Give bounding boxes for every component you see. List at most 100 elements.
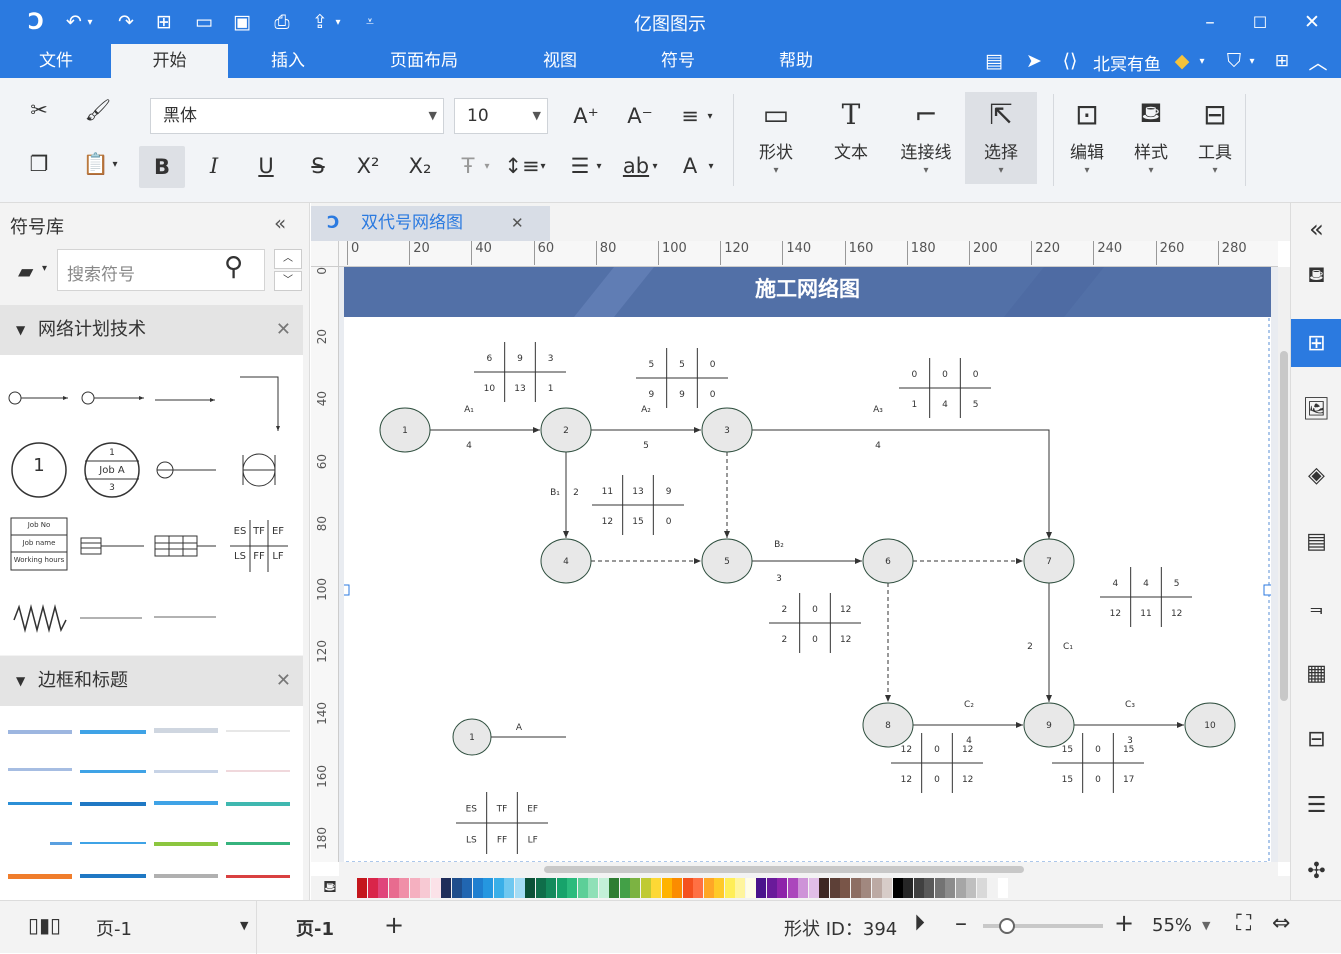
title-bar-thumbnail[interactable] bbox=[8, 801, 290, 806]
symbol-arrow-line[interactable] bbox=[155, 398, 215, 402]
color-swatch[interactable] bbox=[472, 878, 483, 898]
color-swatch[interactable] bbox=[892, 878, 903, 898]
close-icon[interactable]: ✕ bbox=[1298, 8, 1326, 36]
color-swatch[interactable] bbox=[882, 878, 892, 898]
user-name[interactable]: 北冥有鱼 bbox=[1093, 50, 1161, 75]
menu-page-layout[interactable]: 页面布局 bbox=[370, 44, 478, 78]
color-swatch[interactable] bbox=[766, 878, 777, 898]
skin-dropdown-icon[interactable]: ▾ bbox=[1244, 47, 1260, 75]
menu-symbols[interactable]: 符号 bbox=[640, 44, 716, 78]
selection-handle[interactable] bbox=[1263, 584, 1271, 596]
fit-width-icon[interactable]: ⇔ bbox=[1272, 911, 1290, 936]
color-swatch[interactable] bbox=[588, 878, 598, 898]
color-swatch[interactable] bbox=[577, 878, 588, 898]
symbol-node-line[interactable] bbox=[8, 391, 68, 405]
title-bar-thumbnail[interactable] bbox=[8, 874, 290, 879]
print-icon[interactable]: ⎙ bbox=[268, 8, 296, 36]
user-dropdown-icon[interactable]: ▾ bbox=[1194, 47, 1210, 75]
document-tab[interactable]: Ↄ 双代号网络图 ✕ bbox=[311, 206, 550, 241]
image-icon[interactable]: 🖼 bbox=[1291, 385, 1341, 433]
symbol-list-arrow[interactable] bbox=[80, 537, 144, 555]
fill-bucket-icon[interactable]: ⛾ bbox=[323, 877, 337, 899]
page-tab-current[interactable]: 页-1 bbox=[296, 915, 334, 941]
color-swatch[interactable] bbox=[745, 878, 756, 898]
text-case-dropdown-icon[interactable]: ▾ bbox=[480, 148, 494, 184]
color-swatch[interactable] bbox=[525, 878, 535, 898]
save-icon[interactable]: ▣ bbox=[228, 8, 256, 36]
symbol-zigzag[interactable] bbox=[13, 604, 67, 633]
symbol-elbow-arrow[interactable] bbox=[240, 376, 280, 431]
color-swatch[interactable] bbox=[462, 878, 472, 898]
export-dropdown-icon[interactable]: ▾ bbox=[330, 8, 346, 36]
zoom-out-icon[interactable]: – bbox=[955, 909, 967, 937]
new-file-icon[interactable]: ⊞ bbox=[150, 8, 178, 36]
text-effects-icon[interactable]: A bbox=[672, 148, 708, 184]
chart-icon[interactable]: ⫬ bbox=[1291, 583, 1341, 631]
color-swatch[interactable] bbox=[693, 878, 703, 898]
horizontal-scrollbar[interactable] bbox=[339, 862, 1278, 876]
shape-button[interactable]: ▭ 形状 ▾ bbox=[740, 92, 812, 184]
table-icon[interactable]: ▦ bbox=[1291, 649, 1341, 697]
color-swatch[interactable] bbox=[661, 878, 672, 898]
color-swatch[interactable] bbox=[409, 878, 420, 898]
page-selector[interactable]: 页-1 bbox=[96, 915, 132, 941]
vertical-scrollbar[interactable] bbox=[1278, 267, 1290, 862]
color-swatch[interactable] bbox=[934, 878, 945, 898]
edit-button[interactable]: ⊡ 编辑 ▾ bbox=[1058, 92, 1116, 184]
color-swatch[interactable] bbox=[672, 878, 682, 898]
color-swatch[interactable] bbox=[546, 878, 556, 898]
page-selector-dropdown-icon[interactable]: ▼ bbox=[240, 919, 248, 932]
cut-icon[interactable]: ✂ bbox=[21, 92, 57, 128]
page-icon[interactable]: ▤ bbox=[1291, 517, 1341, 565]
close-tab-icon[interactable]: ✕ bbox=[511, 206, 524, 241]
color-swatch[interactable] bbox=[357, 878, 367, 898]
color-swatch[interactable] bbox=[483, 878, 493, 898]
symbol-table-arrow[interactable] bbox=[154, 535, 216, 557]
color-swatch[interactable] bbox=[987, 878, 997, 898]
scroll-down-button[interactable]: ﹀ bbox=[274, 271, 302, 291]
collapse-left-icon[interactable]: « bbox=[274, 211, 286, 235]
color-swatch[interactable] bbox=[903, 878, 913, 898]
color-swatch[interactable] bbox=[619, 878, 630, 898]
diagram-title-banner[interactable]: 施工网络图 bbox=[344, 267, 1271, 317]
color-swatch[interactable] bbox=[819, 878, 829, 898]
color-swatch[interactable] bbox=[808, 878, 819, 898]
section-close-icon[interactable]: ✕ bbox=[276, 305, 291, 355]
color-swatch[interactable] bbox=[598, 878, 609, 898]
bullets-dropdown-icon[interactable]: ▾ bbox=[592, 148, 606, 184]
line-spacing-dropdown-icon[interactable]: ▾ bbox=[536, 148, 550, 184]
symbol-circle-line[interactable] bbox=[156, 461, 216, 479]
diagram-page[interactable]: 施工网络图 A₁ 4 A₂ 5 A₃ 4 B₁ 2 B₂ 3 C₁ 2 C₂ 4 C₃ 3 1 2 3 4 5 6 7 8 9 1… bbox=[344, 267, 1271, 862]
color-swatch[interactable] bbox=[840, 878, 850, 898]
section-close-icon[interactable]: ✕ bbox=[276, 656, 291, 706]
activity-arrow[interactable] bbox=[752, 429, 1052, 539]
color-swatch[interactable] bbox=[514, 878, 525, 898]
color-swatch[interactable] bbox=[945, 878, 955, 898]
font-family-select[interactable]: 黑体 ▼ bbox=[150, 98, 444, 134]
color-swatch[interactable] bbox=[640, 878, 651, 898]
play-icon[interactable]: ⏵ bbox=[914, 911, 925, 936]
color-swatch[interactable] bbox=[388, 878, 399, 898]
font-size-select[interactable]: 10 ▼ bbox=[454, 98, 548, 134]
color-swatch[interactable] bbox=[724, 878, 735, 898]
color-swatch[interactable] bbox=[378, 878, 388, 898]
app-logo-icon[interactable]: Ↄ bbox=[22, 8, 50, 36]
data-icon[interactable]: ⊟ bbox=[1291, 715, 1341, 763]
color-swatch[interactable] bbox=[850, 878, 861, 898]
color-swatch[interactable] bbox=[609, 878, 619, 898]
fill-style-icon[interactable]: ⛾ bbox=[1291, 253, 1341, 301]
redo-icon[interactable]: ↷ bbox=[112, 8, 140, 36]
symbol-job-node[interactable] bbox=[242, 453, 276, 487]
color-swatch[interactable] bbox=[493, 878, 504, 898]
color-swatch[interactable] bbox=[630, 878, 640, 898]
symbol-search-input[interactable]: 搜索符号 ⚲ bbox=[57, 249, 265, 291]
color-swatch[interactable] bbox=[924, 878, 934, 898]
drawing-canvas[interactable]: 施工网络图 A₁ 4 A₂ 5 A₃ 4 B₁ 2 B₂ 3 C₁ 2 C₂ 4 C₃ 3 1 2 3 4 5 6 7 8 9 1… bbox=[339, 267, 1278, 862]
color-swatch[interactable] bbox=[714, 878, 724, 898]
text-button[interactable]: T 文本 bbox=[815, 92, 887, 184]
color-swatch[interactable] bbox=[913, 878, 924, 898]
vertical-scroll-thumb[interactable] bbox=[1280, 351, 1288, 701]
color-swatch[interactable] bbox=[976, 878, 987, 898]
bold-button[interactable]: B bbox=[139, 146, 185, 188]
zoom-slider-thumb[interactable] bbox=[999, 918, 1015, 934]
